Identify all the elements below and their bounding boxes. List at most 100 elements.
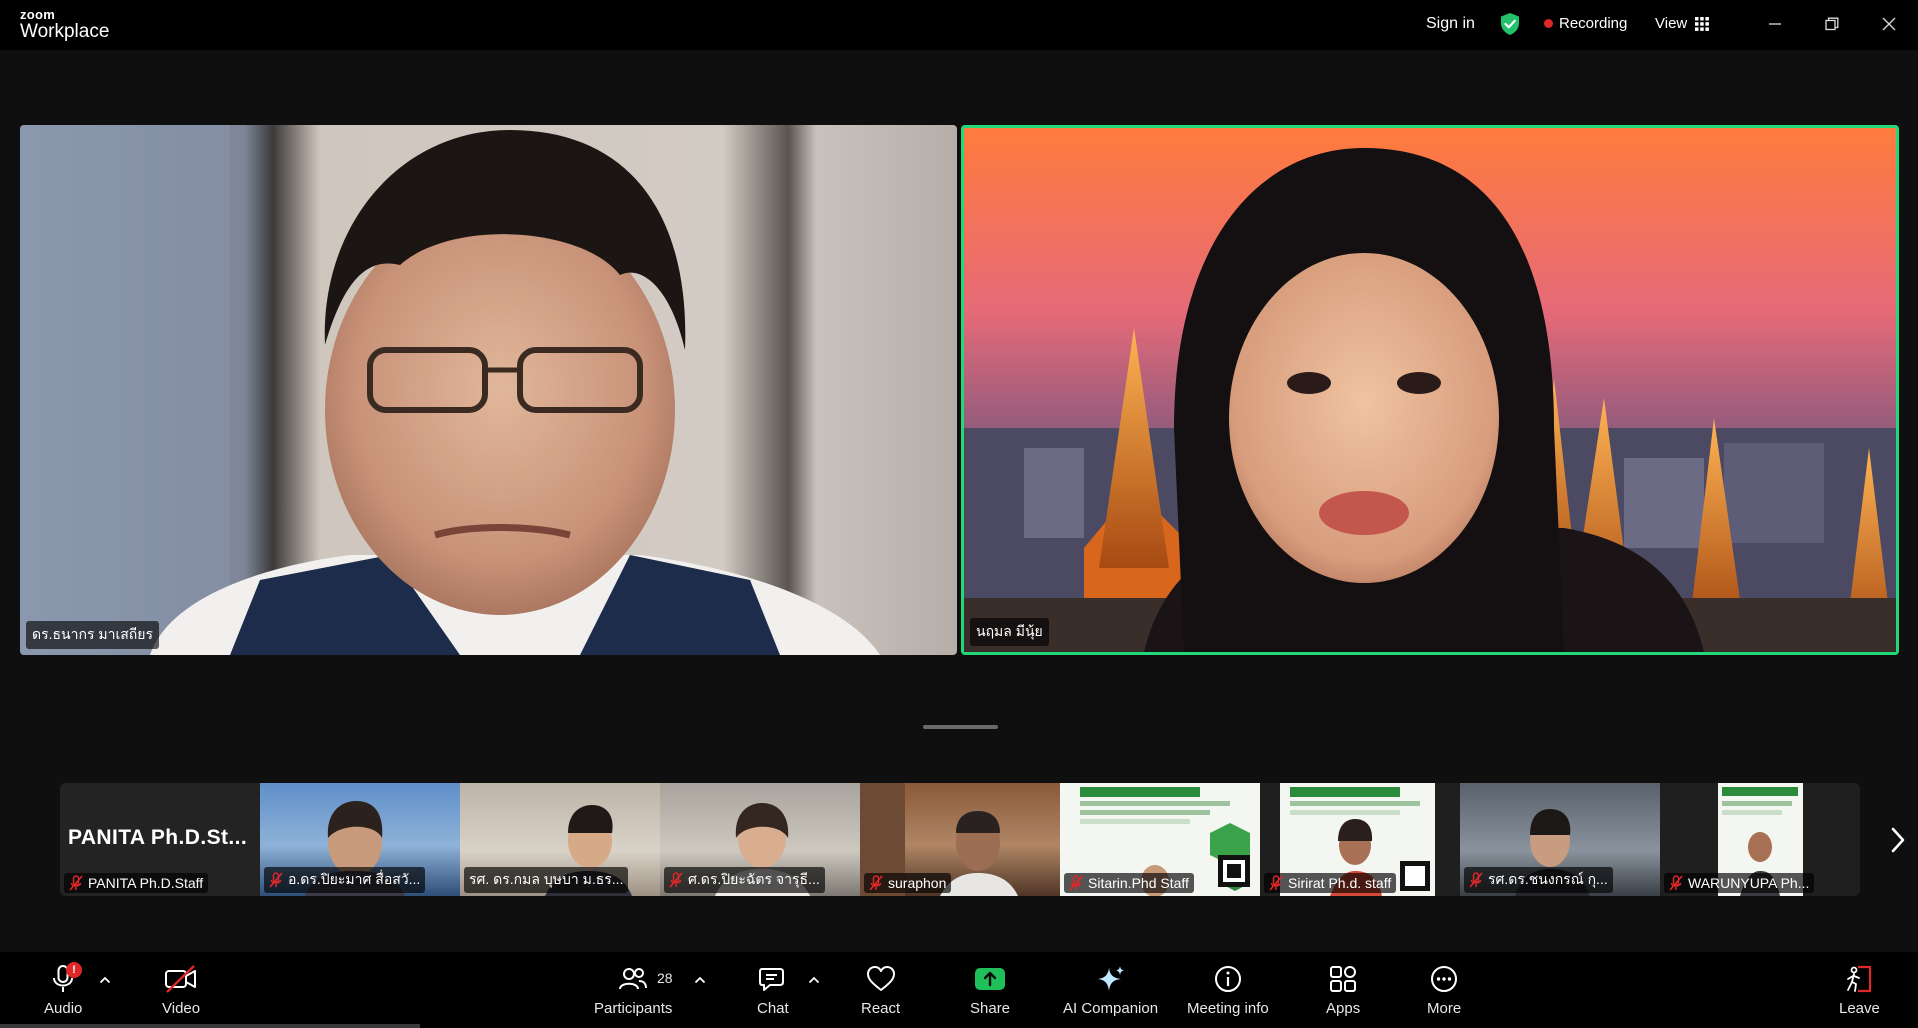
zoom-workplace-logo: zoom Workplace bbox=[20, 8, 109, 41]
mic-muted-icon bbox=[1469, 872, 1483, 888]
participants-count: 28 bbox=[657, 970, 673, 986]
resize-handle[interactable] bbox=[923, 725, 998, 729]
minimize-icon bbox=[1769, 23, 1781, 25]
leave-door-icon bbox=[1847, 965, 1872, 993]
participant-name-text: Sitarin.Phd Staff bbox=[1088, 875, 1189, 891]
participant-name-label: ดร.ธนากร มาเสถียร bbox=[26, 621, 159, 649]
participant-name-text: WARUNYUPA Ph... bbox=[1688, 875, 1810, 891]
more-button[interactable]: More bbox=[1427, 964, 1461, 1017]
taskbar-indicator bbox=[0, 1024, 420, 1028]
close-window-button[interactable] bbox=[1875, 10, 1903, 38]
participant-name-label: ศ.ดร.ปิยะฉัตร จารุธี... bbox=[664, 867, 825, 893]
mic-muted-icon bbox=[1269, 875, 1283, 891]
participants-label: Participants bbox=[594, 1000, 673, 1017]
leave-label: Leave bbox=[1839, 1000, 1880, 1017]
video-tile-speaker-1[interactable]: ดร.ธนากร มาเสถียร bbox=[20, 125, 957, 655]
restore-icon bbox=[1825, 17, 1839, 31]
chevron-up-icon[interactable] bbox=[694, 976, 706, 984]
mic-muted-icon bbox=[869, 875, 883, 891]
close-icon bbox=[1882, 17, 1896, 31]
heart-icon bbox=[866, 966, 895, 991]
participant-thumbnail-strip: PANITA Ph.D.St... PANITA Ph.D.Staff อ.ดร… bbox=[60, 783, 1860, 896]
share-label: Share bbox=[970, 1000, 1011, 1017]
participant-name-label: suraphon bbox=[864, 873, 952, 893]
participant-thumbnail[interactable]: ศ.ดร.ปิยะฉัตร จารุธี... bbox=[660, 783, 860, 896]
meeting-info-label: Meeting info bbox=[1187, 1000, 1269, 1017]
mic-muted-icon bbox=[69, 875, 83, 891]
more-label: More bbox=[1427, 1000, 1462, 1017]
video-label: Video bbox=[162, 1000, 201, 1017]
participant-name-label: นฤมล มีนุ้ย bbox=[970, 618, 1049, 646]
participant-name-text: ศ.ดร.ปิยะฉัตร จารุธี... bbox=[688, 871, 820, 887]
participant-thumbnail[interactable]: รศ.ดร.ชนงกรณ์ กุ... bbox=[1460, 783, 1660, 896]
participant-name-text: suraphon bbox=[888, 875, 947, 891]
video-tile-speaker-2-active[interactable]: นฤมล มีนุ้ย bbox=[961, 125, 1899, 655]
audio-label: Audio bbox=[44, 1000, 83, 1017]
more-icon bbox=[1431, 966, 1458, 992]
participant-thumbnail[interactable]: PANITA Ph.D.St... PANITA Ph.D.Staff bbox=[60, 783, 260, 896]
leave-button[interactable]: Leave bbox=[1839, 964, 1880, 1017]
video-button[interactable]: Video bbox=[162, 964, 200, 1017]
share-screen-icon bbox=[975, 968, 1006, 990]
mic-muted-icon bbox=[669, 872, 683, 888]
participant-name-label: รศ. ดร.กมล บุษบา ม.ธร... bbox=[464, 867, 629, 893]
share-button[interactable]: Share bbox=[970, 964, 1010, 1017]
ai-companion-label: AI Companion bbox=[1063, 1000, 1159, 1017]
participant-name-label: WARUNYUPA Ph... bbox=[1664, 873, 1815, 893]
participant-thumbnail[interactable]: Sirirat Ph.d. staff bbox=[1260, 783, 1460, 896]
ai-companion-button[interactable]: AI Companion bbox=[1063, 964, 1158, 1017]
sign-in-link[interactable]: Sign in bbox=[1426, 15, 1475, 33]
video-feed bbox=[964, 128, 1896, 652]
chevron-right-icon[interactable] bbox=[1888, 826, 1908, 854]
participants-icon bbox=[619, 968, 648, 990]
restore-button[interactable] bbox=[1818, 10, 1846, 38]
title-bar: zoom Workplace Sign in Recording View bbox=[0, 0, 1918, 50]
participant-name-text: รศ.ดร.ชนงกรณ์ กุ... bbox=[1488, 871, 1608, 887]
view-label: View bbox=[1655, 15, 1688, 32]
recording-indicator[interactable]: Recording bbox=[1544, 15, 1627, 32]
recording-label: Recording bbox=[1559, 15, 1628, 32]
participant-thumbnail[interactable]: อ.ดร.ปิยะมาศ สื่อสวั... bbox=[260, 783, 460, 896]
participant-thumbnail[interactable]: WARUNYUPA Ph... bbox=[1660, 783, 1860, 896]
participant-name-text: PANITA Ph.D.Staff bbox=[88, 875, 204, 891]
apps-label: Apps bbox=[1326, 1000, 1361, 1017]
react-label: React bbox=[861, 1000, 901, 1017]
participant-name-label: Sitarin.Phd Staff bbox=[1064, 873, 1194, 893]
participant-name-label: Sirirat Ph.d. staff bbox=[1264, 873, 1397, 893]
react-button[interactable]: React bbox=[861, 964, 900, 1017]
info-icon bbox=[1214, 966, 1241, 992]
participant-thumbnail[interactable]: Sitarin.Phd Staff bbox=[1060, 783, 1260, 896]
video-feed bbox=[20, 125, 957, 655]
minimize-button[interactable] bbox=[1761, 10, 1789, 38]
chevron-up-icon[interactable] bbox=[99, 976, 111, 984]
recording-dot-icon bbox=[1544, 19, 1553, 28]
chevron-up-icon[interactable] bbox=[808, 976, 820, 984]
meeting-toolbar: Audio ! Video Participants 28 Chat React… bbox=[0, 952, 1918, 1028]
participant-name-text: รศ. ดร.กมล บุษบา ม.ธร... bbox=[469, 871, 624, 887]
participant-name-text: อ.ดร.ปิยะมาศ สื่อสวั... bbox=[288, 871, 421, 887]
chat-button[interactable]: Chat bbox=[757, 964, 789, 1017]
participant-name-text: Sirirat Ph.d. staff bbox=[1288, 875, 1392, 891]
meeting-info-button[interactable]: Meeting info bbox=[1187, 964, 1269, 1017]
participant-name-label: รศ.ดร.ชนงกรณ์ กุ... bbox=[1464, 867, 1613, 893]
video-off-icon bbox=[165, 965, 197, 993]
apps-button[interactable]: Apps bbox=[1326, 964, 1360, 1017]
audio-warning-badge: ! bbox=[66, 962, 82, 978]
view-button[interactable]: View bbox=[1655, 15, 1710, 32]
logo-zoom-text: zoom bbox=[20, 7, 56, 22]
logo-workplace-text: Workplace bbox=[20, 21, 110, 42]
apps-icon bbox=[1330, 966, 1357, 992]
mic-muted-icon bbox=[269, 872, 283, 888]
grid-icon bbox=[1695, 16, 1710, 31]
participant-thumbnail[interactable]: รศ. ดร.กมล บุษบา ม.ธร... bbox=[460, 783, 660, 896]
mic-muted-icon bbox=[1669, 875, 1683, 891]
participant-thumbnail[interactable]: suraphon bbox=[860, 783, 1060, 896]
participant-name-label: อ.ดร.ปิยะมาศ สื่อสวั... bbox=[264, 867, 426, 893]
participant-name-label: PANITA Ph.D.Staff bbox=[64, 873, 209, 893]
chat-label: Chat bbox=[757, 1000, 789, 1017]
mic-muted-icon bbox=[1069, 875, 1083, 891]
participant-display-name: PANITA Ph.D.St... bbox=[68, 826, 248, 849]
sparkle-icon bbox=[1097, 966, 1124, 991]
shield-check-icon[interactable] bbox=[1499, 12, 1521, 36]
chat-icon bbox=[758, 968, 784, 991]
